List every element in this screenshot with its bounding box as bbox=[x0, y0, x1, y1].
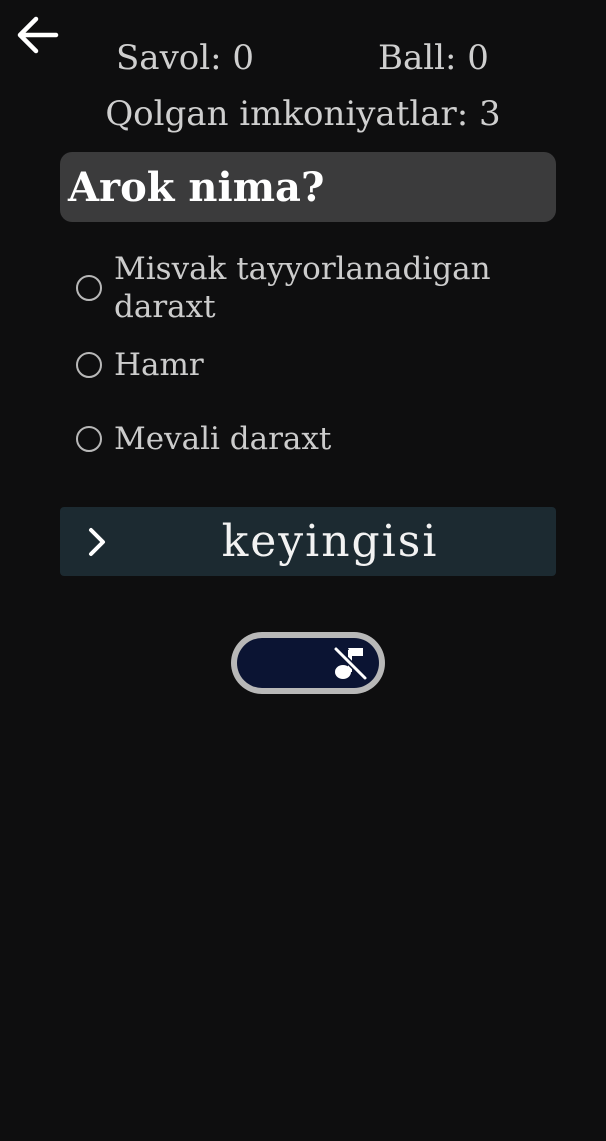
next-button[interactable]: keyingisi bbox=[60, 507, 556, 576]
stats-row: Savol: 0 Ball: 0 bbox=[0, 38, 606, 82]
answer-option-label: Mevali daraxt bbox=[114, 421, 332, 457]
radio-button[interactable] bbox=[76, 352, 102, 378]
question-box: Arok nima? bbox=[60, 152, 556, 222]
remaining-attempts-value: 3 bbox=[479, 94, 501, 134]
sound-toggle-track bbox=[237, 638, 379, 688]
answer-option-label: Misvak tayyorlanadigan daraxt bbox=[114, 251, 491, 325]
music-off-icon bbox=[333, 646, 368, 681]
answer-option[interactable]: Mevali daraxt bbox=[76, 420, 331, 458]
score-counter-value: 0 bbox=[467, 38, 489, 78]
radio-button[interactable] bbox=[76, 275, 102, 301]
chevron-right-icon bbox=[89, 528, 105, 556]
radio-button[interactable] bbox=[76, 426, 102, 452]
question-text: Arok nima? bbox=[68, 163, 325, 211]
question-counter-value: 0 bbox=[232, 38, 255, 78]
remaining-attempts-label: Qolgan imkoniyatlar: bbox=[105, 94, 469, 134]
question-counter-label: Savol: bbox=[116, 38, 222, 78]
score-counter: Ball: 0 bbox=[378, 38, 489, 78]
next-button-label: keyingisi bbox=[221, 516, 439, 567]
answer-option-label: Hamr bbox=[114, 347, 204, 383]
question-counter: Savol: 0 bbox=[116, 38, 254, 78]
quiz-screen: Savol: 0 Ball: 0 Qolgan imkoniyatlar: 3 … bbox=[0, 0, 606, 1141]
score-counter-label: Ball: bbox=[378, 38, 457, 78]
sound-toggle[interactable] bbox=[231, 632, 385, 694]
answer-option[interactable]: Misvak tayyorlanadigan daraxt bbox=[76, 250, 536, 326]
remaining-attempts: Qolgan imkoniyatlar: 3 bbox=[0, 94, 606, 134]
answer-option[interactable]: Hamr bbox=[76, 346, 204, 384]
